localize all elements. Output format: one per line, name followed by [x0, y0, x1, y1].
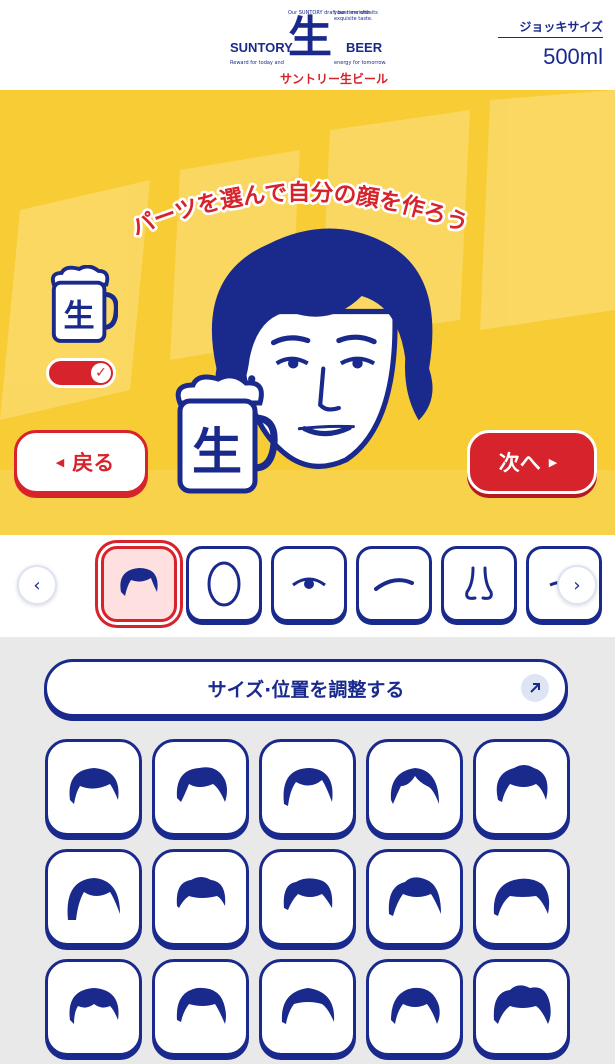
- eye-icon: [292, 577, 326, 589]
- next-button-label: 次へ: [498, 451, 541, 475]
- hair-style-1-icon: [69, 767, 118, 804]
- logo-fine-print-3: Reward for today and: [230, 60, 284, 66]
- part-category-tabs: ‹ ›: [0, 535, 615, 637]
- hair-option-6[interactable]: [45, 849, 142, 946]
- hair-style-5-icon: [496, 764, 547, 802]
- back-button[interactable]: ◀ 戻る: [14, 430, 148, 494]
- tab-face-outline[interactable]: [186, 546, 262, 622]
- back-button-label: 戻る: [72, 451, 115, 475]
- hair-style-10-icon: [493, 878, 549, 916]
- tab-eyes[interactable]: [271, 546, 347, 622]
- hair-option-2[interactable]: [152, 739, 249, 836]
- hair-style-4-icon: [390, 767, 439, 804]
- beer-mug-illustration: 生: [175, 373, 278, 494]
- hair-style-9-icon: [388, 876, 441, 916]
- hair-style-3-icon: [283, 767, 333, 806]
- adjust-size-position-button[interactable]: サイズ·位置を調整する: [44, 659, 568, 717]
- tab-hair[interactable]: [101, 546, 177, 622]
- chevron-left-icon: ◀: [55, 455, 65, 469]
- eyebrow-icon: [374, 578, 414, 591]
- next-button[interactable]: 次へ ▶: [467, 430, 597, 494]
- hair-option-11[interactable]: [45, 959, 142, 1056]
- tabs-scroll-right-button[interactable]: ›: [557, 565, 597, 605]
- hair-option-4[interactable]: [366, 739, 463, 836]
- hair-style-7-icon: [176, 876, 225, 908]
- hair-option-13[interactable]: [259, 959, 356, 1056]
- hair-style-13-icon: [281, 987, 334, 1024]
- suntory-beer-logo: Our SUNTORY draft beer enriches your tim…: [230, 10, 390, 90]
- mug-size-label: ジョッキサイズ: [519, 20, 603, 34]
- logo-brand-right: BEER: [346, 40, 383, 55]
- tab-nose[interactable]: [441, 546, 517, 622]
- hair-style-2-icon: [176, 766, 227, 802]
- hair-style-11-icon: [69, 987, 118, 1024]
- hair-option-3[interactable]: [259, 739, 356, 836]
- logo-brand-left: SUNTORY: [230, 40, 293, 55]
- hair-icon: [120, 568, 158, 596]
- hair-option-5[interactable]: [473, 739, 570, 836]
- checkmark-icon: ✓: [95, 365, 107, 381]
- toggle-knob: ✓: [91, 363, 111, 383]
- mug-kanji: 生: [192, 423, 242, 481]
- hair-style-6-icon: [67, 877, 120, 920]
- tabs-scroll-left-button[interactable]: ‹: [17, 565, 57, 605]
- logo-fine-print-4: energy for tomorrow.: [334, 60, 387, 66]
- mug-size-value: 500ml: [543, 44, 603, 69]
- tab-eyebrows[interactable]: [356, 546, 432, 622]
- chevron-right-icon: ›: [573, 574, 581, 596]
- mug-size-divider: [498, 37, 603, 38]
- hair-option-10[interactable]: [473, 849, 570, 946]
- arrow-up-right-icon: [521, 674, 549, 702]
- adjust-button-label: サイズ·位置を調整する: [207, 678, 405, 701]
- logo-kanji: 生: [288, 12, 332, 63]
- hair-option-9[interactable]: [366, 849, 463, 946]
- hair-option-7[interactable]: [152, 849, 249, 946]
- face-outline-icon: [207, 561, 241, 607]
- chevron-right-icon: ▶: [548, 455, 558, 469]
- hair-option-8[interactable]: [259, 849, 356, 946]
- hair-option-12[interactable]: [152, 959, 249, 1056]
- hair-style-12-icon: [176, 987, 226, 1024]
- nose-icon: [465, 566, 493, 600]
- mug-visibility-toggle[interactable]: ✓: [46, 358, 116, 388]
- header: Our SUNTORY draft beer enriches your tim…: [0, 0, 615, 90]
- hair-style-15-icon: [493, 984, 551, 1024]
- hair-style-8-icon: [283, 877, 332, 910]
- face-preview-stage: パーツを選んで自分の顔を作ろう! パーツを選んで自分の顔を作ろう! 生: [0, 90, 615, 535]
- beer-mug-toggle-icon: 生: [50, 265, 118, 343]
- hair-option-1[interactable]: [45, 739, 142, 836]
- side-mug-kanji: 生: [64, 298, 95, 334]
- hair-option-15[interactable]: [473, 959, 570, 1056]
- hair-style-14-icon: [390, 987, 440, 1024]
- logo-japanese-name: サントリー生ビール: [280, 72, 389, 86]
- hair-option-14[interactable]: [366, 959, 463, 1056]
- chevron-left-icon: ‹: [33, 574, 41, 596]
- logo-fine-print-2: your time with its exquisite taste.: [334, 10, 378, 22]
